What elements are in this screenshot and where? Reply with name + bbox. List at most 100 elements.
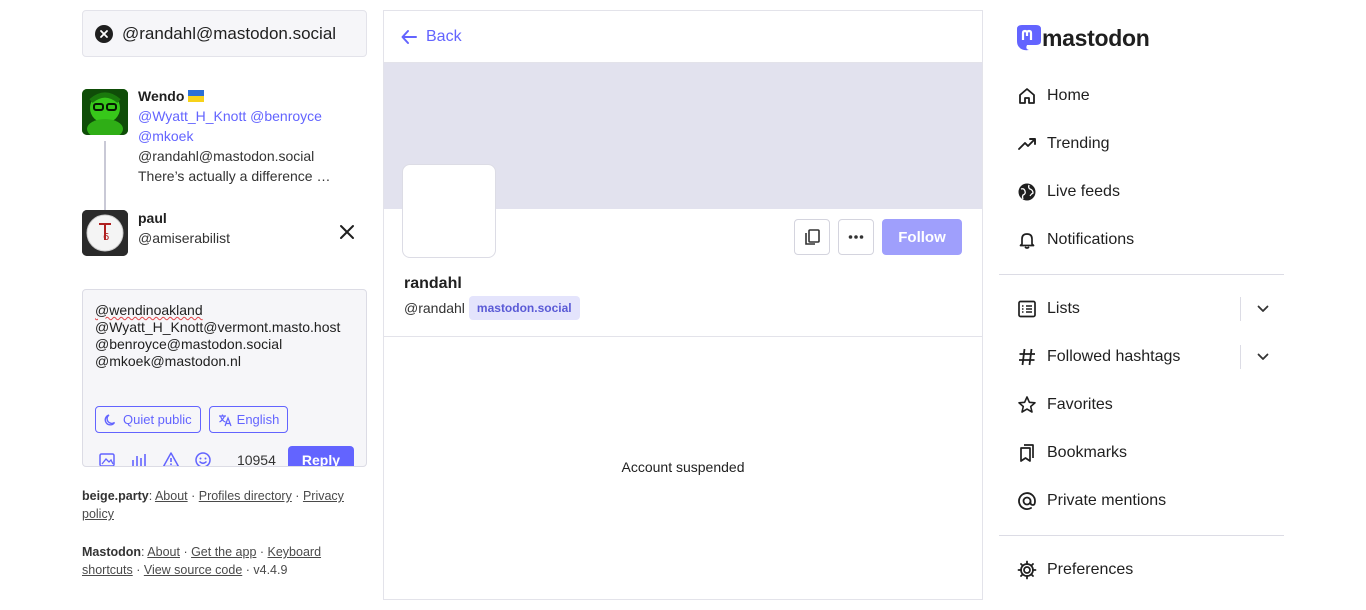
svg-text:6: 6 [103, 232, 109, 243]
back-button[interactable]: Back [384, 11, 982, 63]
reply-button[interactable]: Reply [287, 446, 354, 466]
home-icon [1017, 86, 1037, 106]
profile-display-name: randahl [404, 275, 462, 292]
content-warning-icon[interactable] [159, 448, 183, 466]
nav-trending[interactable]: Trending [999, 120, 1284, 168]
account-suspended-message: Account suspended [621, 459, 745, 475]
translate-icon [218, 414, 232, 426]
author-handle[interactable]: @amiserabilist [138, 228, 230, 248]
nav-notifications[interactable]: Notifications [999, 216, 1284, 264]
back-label: Back [426, 27, 462, 45]
nav-favorites[interactable]: Favorites [999, 381, 1284, 429]
nav-lists[interactable]: Lists [999, 285, 1284, 333]
chevron-down-icon [1257, 305, 1268, 312]
mastodon-logo-icon [1017, 25, 1041, 51]
divider [384, 336, 982, 337]
nav-label: Notifications [1047, 231, 1135, 248]
nav-label: Favorites [1047, 396, 1113, 413]
avatar[interactable]: 6 [82, 210, 128, 256]
nav-label: Preferences [1047, 561, 1134, 578]
mentions[interactable]: @Wyatt_H_Knott @benroyce [138, 106, 330, 126]
language-label: English [236, 412, 280, 427]
spellcheck-word: @wendinoakland [95, 302, 203, 318]
moon-icon [104, 413, 116, 426]
nav-bookmarks[interactable]: Bookmarks [999, 429, 1284, 477]
source-code-link[interactable]: View source code [144, 563, 242, 577]
chevron-down-icon [1257, 353, 1268, 360]
compose-form[interactable]: @wendinoakland @Wyatt_H_Knott@vermont.ma… [82, 289, 367, 467]
trending-icon [1017, 134, 1037, 154]
hashtag-icon [1017, 347, 1037, 367]
ukraine-flag-icon [188, 90, 205, 102]
nav-live-feeds[interactable]: Live feeds [999, 168, 1284, 216]
reply-context: Wendo @Wyatt_H_Knott @benroyce @mkoek @r… [82, 88, 367, 256]
poll-icon[interactable] [127, 448, 151, 466]
mastodon-logo[interactable]: mastodon [1013, 18, 1284, 58]
domain-badge[interactable]: mastodon.social [468, 296, 580, 320]
search-box[interactable]: @randahl@mastodon.social [82, 10, 367, 57]
bookmarks-icon [1017, 443, 1037, 463]
nav-label: Bookmarks [1047, 444, 1128, 461]
nav-label: Home [1047, 87, 1090, 104]
about-mastodon-link[interactable]: About [147, 545, 180, 559]
search-input[interactable]: @randahl@mastodon.social [122, 24, 336, 44]
image-upload-icon[interactable] [95, 448, 119, 466]
server-footer: beige.party: About · Profiles directory … [82, 489, 344, 521]
author-name[interactable]: paul [138, 208, 230, 228]
profiles-directory-link[interactable]: Profiles directory [199, 489, 292, 503]
compose-column: @randahl@mastodon.social Wendo @Wyatt_H_… [82, 10, 367, 579]
server-name: beige.party [82, 489, 149, 503]
star-icon [1017, 395, 1037, 415]
cancel-reply-icon[interactable] [337, 222, 357, 242]
arrow-left-icon [401, 29, 417, 44]
about-link[interactable]: About [155, 489, 188, 503]
parent-post[interactable]: Wendo @Wyatt_H_Knott @benroyce @mkoek @r… [82, 88, 367, 186]
language-button[interactable]: English [208, 406, 289, 433]
compose-text-body: @Wyatt_H_Knott@vermont.masto.host @benro… [95, 319, 341, 369]
app-footer: Mastodon: About · Get the app · Keyboard… [82, 545, 322, 577]
navigation-panel: mastodon Home Trending Live feeds Notifi… [999, 10, 1284, 594]
nav-home[interactable]: Home [999, 72, 1284, 120]
emoji-icon[interactable] [191, 448, 215, 466]
nav-label: Trending [1047, 135, 1110, 152]
get-app-link[interactable]: Get the app [191, 545, 256, 559]
nav-label: Followed hashtags [1047, 348, 1181, 365]
post-excerpt: @randahl@mastodon.social [138, 148, 315, 164]
mentions[interactable]: @mkoek [138, 126, 330, 146]
profile-column: Back Follow randahl @randahl mastodon.so… [383, 10, 983, 600]
nav-label: Lists [1047, 300, 1080, 317]
character-counter: 10954 [236, 452, 276, 467]
logo-text: mastodon [1042, 24, 1150, 51]
globe-icon [1017, 182, 1037, 202]
author-name[interactable]: Wendo [138, 88, 184, 104]
replying-to-post[interactable]: 6 paul @amiserabilist [82, 210, 367, 256]
post-excerpt: There’s actually a difference … [138, 168, 331, 184]
avatar[interactable] [82, 89, 128, 135]
app-name: Mastodon [82, 545, 142, 559]
expand-hashtags-button[interactable] [1240, 345, 1284, 369]
clear-search-icon[interactable] [95, 24, 113, 43]
gear-icon [1017, 560, 1037, 580]
copy-icon [805, 229, 820, 245]
follow-button[interactable]: Follow [882, 219, 962, 255]
bell-icon [1017, 230, 1037, 250]
at-icon [1017, 491, 1037, 511]
visibility-button[interactable]: Quiet public [95, 406, 201, 433]
more-options-button[interactable] [838, 219, 874, 255]
expand-lists-button[interactable] [1240, 297, 1284, 321]
visibility-label: Quiet public [123, 412, 192, 427]
compose-textarea[interactable]: @wendinoakland @Wyatt_H_Knott@vermont.ma… [95, 302, 354, 370]
profile-avatar [402, 164, 496, 258]
copy-link-button[interactable] [794, 219, 830, 255]
nav-private-mentions[interactable]: Private mentions [999, 477, 1284, 525]
version: v4.4.9 [253, 563, 288, 577]
nav-label: Private mentions [1047, 492, 1167, 509]
nav-divider [999, 535, 1284, 536]
profile-handle: @randahl [404, 300, 465, 316]
ellipsis-icon [848, 235, 864, 239]
nav-divider [999, 274, 1284, 275]
nav-followed-hashtags[interactable]: Followed hashtags [999, 333, 1284, 381]
list-icon [1017, 299, 1037, 319]
nav-label: Live feeds [1047, 183, 1120, 200]
nav-preferences[interactable]: Preferences [999, 546, 1284, 594]
